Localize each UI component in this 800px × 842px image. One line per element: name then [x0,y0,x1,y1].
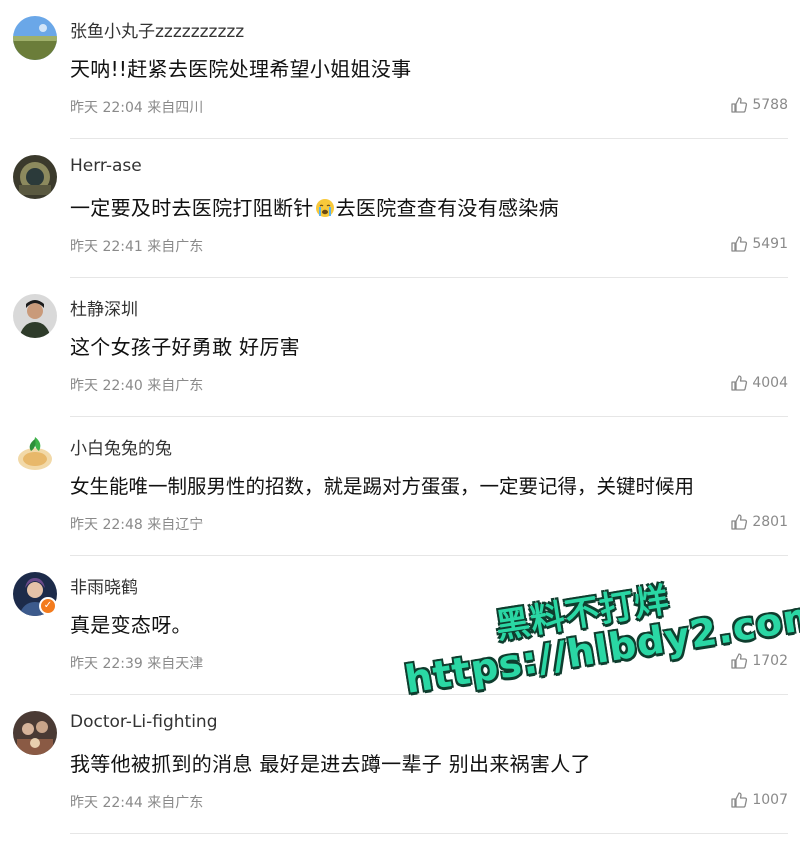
comment-item: Doctor-Li-fighting 我等他被抓到的消息 最好是进去蹲一辈子 别… [0,695,800,834]
comment-username[interactable]: 非雨晓鹤 [70,573,138,598]
comment-username[interactable]: 杜静深圳 [70,295,138,320]
comment-username[interactable]: 张鱼小丸子zzzzzzzzzz [70,17,244,42]
like-count: 2801 [752,514,788,530]
comment-username[interactable]: Doctor-Li-fighting [70,712,218,732]
avatar[interactable] [13,711,57,755]
avatar[interactable] [13,16,57,60]
comment-text: 我等他被抓到的消息 最好是进去蹲一辈子 别出来祸害人了 [70,752,591,776]
crying-face-emoji-icon [315,199,334,217]
avatar[interactable] [13,294,57,338]
comment-username[interactable]: 小白兔兔的兔 [70,434,172,459]
like-button[interactable]: 2801 [730,513,788,531]
like-button[interactable]: 4004 [730,374,788,392]
thumbs-up-icon [731,375,748,391]
like-count: 1702 [752,653,788,669]
comment-meta: 昨天 22:44 来自广东 [70,795,204,811]
comment-text-part: 去医院查查有没有感染病 [335,196,559,220]
comment-text: 这个女孩子好勇敢 好厉害 [70,335,300,359]
like-button[interactable]: 5491 [730,235,788,253]
comment-item: 小白兔兔的兔 女生能唯一制服男性的招数，就是踢对方蛋蛋，一定要记得，关键时候用 … [0,417,800,556]
like-count: 4004 [752,375,788,391]
comment-meta: 昨天 22:39 来自天津 [70,656,204,672]
comment-meta: 昨天 22:48 来自辽宁 [70,517,204,533]
thumbs-up-icon [731,792,748,808]
comment-meta: 昨天 22:41 来自广东 [70,239,204,255]
like-count: 5788 [752,97,788,113]
verified-badge-icon: ✓ [39,597,57,615]
comment-item: 杜静深圳 这个女孩子好勇敢 好厉害 昨天 22:40 来自广东 4004 [0,278,800,417]
like-count: 5491 [752,236,788,252]
thumbs-up-icon [731,653,748,669]
comment-item: Herr-ase 一定要及时去医院打阻断针 去医院查查有没有感染病 昨天 22:4… [0,139,800,278]
comment-text: 天呐!!赶紧去医院处理希望小姐姐没事 [70,57,412,81]
comment-text: 真是变态呀。 [70,613,192,637]
avatar[interactable] [13,433,57,477]
comment-text: 一定要及时去医院打阻断针 去医院查查有没有感染病 [70,192,559,221]
comment-username[interactable]: Herr-ase [70,156,142,176]
like-button[interactable]: 1702 [730,652,788,670]
comment-item: ✓ 非雨晓鹤 真是变态呀。 昨天 22:39 来自天津 1702 [0,556,800,695]
comment-meta: 昨天 22:04 来自四川 [70,100,204,116]
comment-text-part: 一定要及时去医院打阻断针 [70,196,314,220]
comment-meta: 昨天 22:40 来自广东 [70,378,204,394]
thumbs-up-icon [731,236,748,252]
thumbs-up-icon [731,97,748,113]
avatar[interactable] [13,155,57,199]
comment-text: 女生能唯一制服男性的招数，就是踢对方蛋蛋，一定要记得，关键时候用 [70,475,695,498]
like-count: 1007 [752,792,788,808]
like-button[interactable]: 5788 [730,96,788,114]
divider [70,833,788,834]
thumbs-up-icon [731,514,748,530]
comment-item: 张鱼小丸子zzzzzzzzzz 天呐!!赶紧去医院处理希望小姐姐没事 昨天 22… [0,0,800,139]
like-button[interactable]: 1007 [730,791,788,809]
